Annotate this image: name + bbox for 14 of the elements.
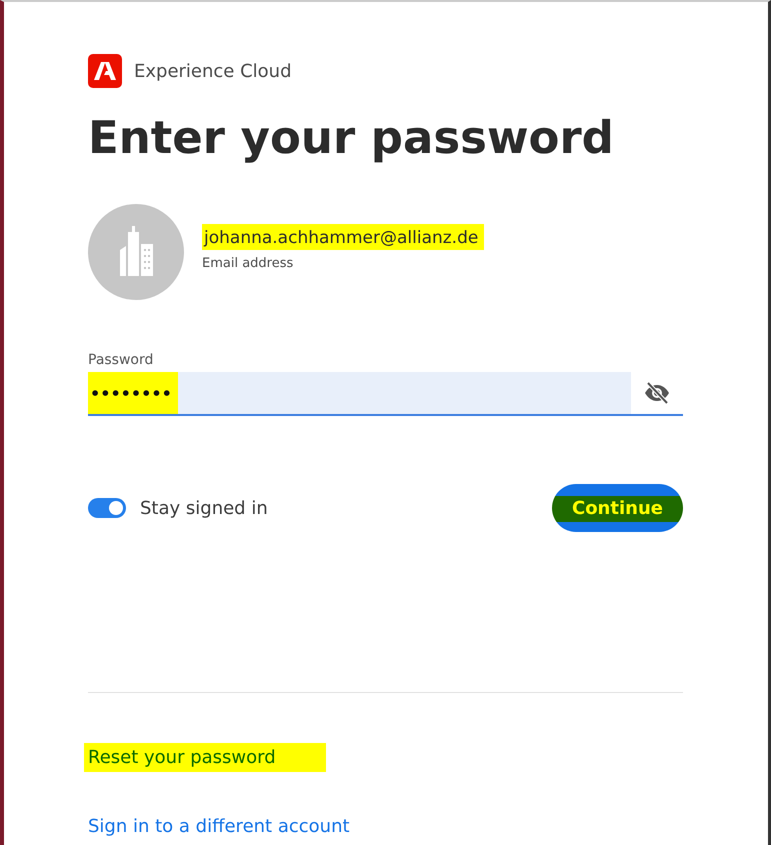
email-caption: Email address xyxy=(202,256,294,270)
text-link[interactable]: Sign in to a different account xyxy=(84,812,400,841)
brand-name: Experience Cloud xyxy=(134,60,292,82)
password-label: Password xyxy=(88,352,154,368)
email-address: johanna.achhammer@allianz.de xyxy=(202,224,484,250)
building-avatar-icon xyxy=(88,204,184,300)
hide-password-icon[interactable] xyxy=(643,381,671,405)
continue-button[interactable]: Continue xyxy=(552,484,683,532)
logo-icon xyxy=(88,54,122,88)
page-title: Enter your password xyxy=(88,110,615,166)
password-field[interactable]: •••••••• xyxy=(88,372,631,414)
stay-signed-in-label: Stay signed in xyxy=(140,498,268,518)
stay-signed-in-toggle[interactable] xyxy=(88,498,126,518)
text-link[interactable]: Reset your password xyxy=(84,743,326,772)
